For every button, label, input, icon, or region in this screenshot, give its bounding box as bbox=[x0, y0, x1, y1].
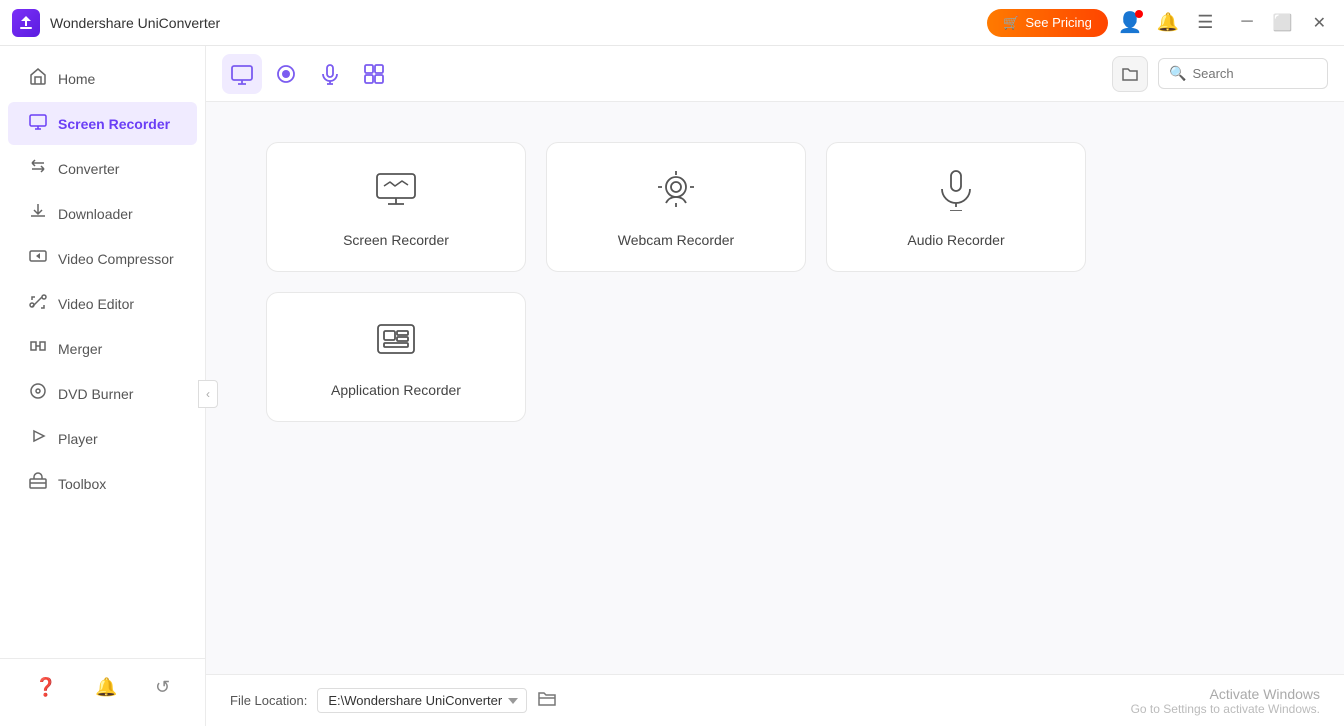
home-icon bbox=[28, 67, 48, 90]
file-location-label: File Location: bbox=[230, 693, 307, 708]
webcam-recorder-card-label: Webcam Recorder bbox=[618, 232, 734, 248]
audio-recorder-card-icon bbox=[934, 167, 978, 220]
screen-recorder-card-label: Screen Recorder bbox=[343, 232, 449, 248]
titlebar-left: Wondershare UniConverter bbox=[12, 9, 220, 37]
sidebar-bottom: ❓ 🔔 ↺ bbox=[0, 658, 205, 716]
notification-bell-icon[interactable]: 🔔 bbox=[95, 677, 117, 698]
tab-audio[interactable] bbox=[310, 54, 350, 94]
close-button[interactable]: ✕ bbox=[1307, 11, 1332, 35]
sidebar-item-toolbox[interactable]: Toolbox bbox=[8, 462, 197, 505]
notification-icon[interactable]: 🔔 bbox=[1153, 8, 1183, 37]
file-location-row: File Location: E:\Wondershare UniConvert… bbox=[230, 688, 557, 713]
audio-recorder-card[interactable]: Audio Recorder bbox=[826, 142, 1086, 272]
toolbar-right: 🔍 bbox=[1112, 56, 1328, 92]
recorder-grid-row-1: Screen Recorder Webcam Recorder bbox=[266, 142, 1284, 272]
merger-icon bbox=[28, 337, 48, 360]
search-icon: 🔍 bbox=[1169, 65, 1186, 82]
sidebar-item-video-compressor-label: Video Compressor bbox=[58, 251, 174, 267]
sidebar-item-video-editor[interactable]: Video Editor bbox=[8, 282, 197, 325]
sidebar-item-merger-label: Merger bbox=[58, 341, 102, 357]
toolbar-tabs bbox=[222, 54, 394, 94]
player-icon bbox=[28, 427, 48, 450]
sidebar-item-screen-recorder[interactable]: Screen Recorder bbox=[8, 102, 197, 145]
app-title: Wondershare UniConverter bbox=[50, 15, 220, 31]
activate-windows-title: Activate Windows bbox=[1131, 686, 1320, 702]
cart-icon: 🛒 bbox=[1003, 15, 1019, 31]
footer: File Location: E:\Wondershare UniConvert… bbox=[206, 674, 1344, 726]
activate-windows-sub: Go to Settings to activate Windows. bbox=[1131, 702, 1320, 716]
see-pricing-label: See Pricing bbox=[1025, 15, 1091, 30]
window-controls: ─ ⬜ ✕ bbox=[1235, 11, 1332, 35]
sidebar-item-downloader-label: Downloader bbox=[58, 206, 133, 222]
sidebar-item-merger[interactable]: Merger bbox=[8, 327, 197, 370]
application-recorder-card-icon bbox=[374, 317, 418, 370]
tab-record[interactable] bbox=[266, 54, 306, 94]
maximize-button[interactable]: ⬜ bbox=[1267, 11, 1299, 35]
sidebar-bottom-row: ❓ 🔔 ↺ bbox=[0, 669, 205, 706]
video-editor-icon bbox=[28, 292, 48, 315]
sidebar-item-player[interactable]: Player bbox=[8, 417, 197, 460]
user-icon[interactable]: 👤 bbox=[1118, 10, 1143, 35]
menu-icon[interactable]: ☰ bbox=[1193, 8, 1217, 37]
content-area: 🔍 Screen Recorder bbox=[206, 46, 1344, 726]
sidebar-item-converter-label: Converter bbox=[58, 161, 119, 177]
toolbox-icon bbox=[28, 472, 48, 495]
webcam-recorder-card-icon bbox=[654, 167, 698, 220]
minimize-button[interactable]: ─ bbox=[1235, 11, 1258, 35]
recorder-grid: Screen Recorder Webcam Recorder bbox=[206, 102, 1344, 674]
sidebar-item-dvd-burner[interactable]: DVD Burner bbox=[8, 372, 197, 415]
help-icon[interactable]: ❓ bbox=[35, 677, 57, 698]
main-layout: Home Screen Recorder Converter bbox=[0, 46, 1344, 726]
collapse-icon: ‹ bbox=[206, 387, 210, 401]
screen-recorder-card[interactable]: Screen Recorder bbox=[266, 142, 526, 272]
application-recorder-card-label: Application Recorder bbox=[331, 382, 461, 398]
search-box: 🔍 bbox=[1158, 58, 1328, 89]
sidebar-item-downloader[interactable]: Downloader bbox=[8, 192, 197, 235]
sidebar-item-dvd-burner-label: DVD Burner bbox=[58, 386, 133, 402]
user-badge-dot bbox=[1135, 10, 1143, 18]
audio-recorder-card-label: Audio Recorder bbox=[907, 232, 1004, 248]
recorder-grid-row-2: Application Recorder bbox=[266, 292, 1284, 422]
sidebar-item-video-editor-label: Video Editor bbox=[58, 296, 134, 312]
sidebar-item-screen-recorder-label: Screen Recorder bbox=[58, 116, 170, 132]
sidebar: Home Screen Recorder Converter bbox=[0, 46, 206, 726]
downloader-icon bbox=[28, 202, 48, 225]
feedback-icon[interactable]: ↺ bbox=[155, 677, 170, 698]
converter-icon bbox=[28, 157, 48, 180]
activate-windows: Activate Windows Go to Settings to activ… bbox=[1131, 686, 1320, 716]
search-input[interactable] bbox=[1192, 66, 1317, 81]
tab-screen-recorder[interactable] bbox=[222, 54, 262, 94]
titlebar-right: 🛒 See Pricing 👤 🔔 ☰ ─ ⬜ ✕ bbox=[987, 8, 1332, 37]
history-folder-button[interactable] bbox=[1112, 56, 1148, 92]
screen-recorder-card-icon bbox=[374, 167, 418, 220]
file-location-select[interactable]: E:\Wondershare UniConverter bbox=[317, 688, 527, 713]
see-pricing-button[interactable]: 🛒 See Pricing bbox=[987, 9, 1108, 37]
sidebar-item-home-label: Home bbox=[58, 71, 95, 87]
sidebar-item-player-label: Player bbox=[58, 431, 98, 447]
app-logo bbox=[12, 9, 40, 37]
sidebar-item-video-compressor[interactable]: Video Compressor bbox=[8, 237, 197, 280]
tab-apps[interactable] bbox=[354, 54, 394, 94]
webcam-recorder-card[interactable]: Webcam Recorder bbox=[546, 142, 806, 272]
sidebar-item-converter[interactable]: Converter bbox=[8, 147, 197, 190]
screen-recorder-nav-icon bbox=[28, 112, 48, 135]
folder-open-button[interactable] bbox=[537, 688, 557, 713]
video-compressor-icon bbox=[28, 247, 48, 270]
sidebar-collapse-button[interactable]: ‹ bbox=[198, 380, 218, 408]
toolbar: 🔍 bbox=[206, 46, 1344, 102]
sidebar-item-home[interactable]: Home bbox=[8, 57, 197, 100]
application-recorder-card[interactable]: Application Recorder bbox=[266, 292, 526, 422]
sidebar-item-toolbox-label: Toolbox bbox=[58, 476, 106, 492]
dvd-burner-icon bbox=[28, 382, 48, 405]
titlebar: Wondershare UniConverter 🛒 See Pricing 👤… bbox=[0, 0, 1344, 46]
